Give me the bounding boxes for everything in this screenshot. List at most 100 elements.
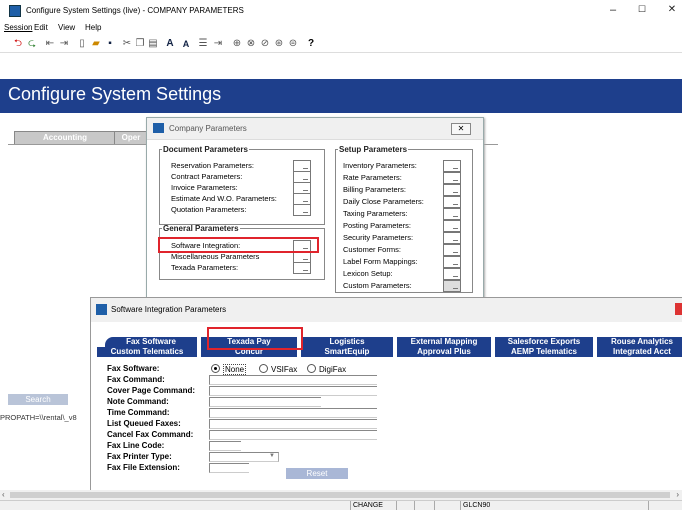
app-icon: [96, 304, 107, 315]
param-label: Lexicon Setup:: [343, 269, 393, 278]
tab-rouse-analytics[interactable]: Rouse Analytics: [597, 337, 682, 347]
cut-icon[interactable]: ✂: [121, 38, 133, 50]
param-label: Miscellaneous Parameters: [171, 252, 260, 261]
undo-icon[interactable]: ⮌: [12, 38, 24, 50]
tab-aemp-telematics[interactable]: AEMP Telematics: [495, 347, 593, 357]
field-label: Fax Command:: [107, 375, 165, 384]
tab-logistics[interactable]: Logistics: [301, 337, 393, 347]
redo-icon[interactable]: ⮎: [26, 38, 38, 50]
param-label: Invoice Parameters:: [171, 183, 238, 192]
group-label: Setup Parameters: [339, 145, 408, 154]
custom-params-button[interactable]: [443, 280, 461, 292]
font-smaller-icon[interactable]: A: [180, 38, 192, 50]
radio-vsifax[interactable]: VSIFax: [259, 364, 297, 374]
tool-c-icon[interactable]: ⊘: [259, 38, 271, 50]
tool-a-icon[interactable]: ⊕: [231, 38, 243, 50]
nav-icon[interactable]: ⇥: [212, 38, 224, 50]
maximize-button[interactable]: ☐: [634, 4, 650, 15]
security-params-button[interactable]: [443, 232, 461, 244]
scroll-left-icon[interactable]: ‹: [2, 490, 5, 499]
lexicon-setup-button[interactable]: [443, 268, 461, 280]
paste-icon[interactable]: ▤: [147, 38, 159, 50]
taxing-params-button[interactable]: [443, 208, 461, 220]
close-button[interactable]: ✕: [664, 4, 680, 15]
tool-e-icon[interactable]: ⊜: [287, 38, 299, 50]
search-button[interactable]: Search: [8, 394, 68, 405]
tab-external-mapping[interactable]: External Mapping: [397, 337, 491, 347]
open-folder-icon[interactable]: ▰: [90, 38, 102, 50]
param-label: Customer Forms:: [343, 245, 401, 254]
list-icon[interactable]: ☰: [197, 38, 209, 50]
close-icon[interactable]: ✕: [451, 123, 471, 135]
fax-printer-type-select[interactable]: ▼: [209, 452, 279, 462]
quotation-params-button[interactable]: [293, 204, 311, 216]
app-icon: [9, 5, 21, 17]
new-file-icon[interactable]: ▯: [76, 38, 88, 50]
tab-row-1: Fax Software Texada Pay Logistics Extern…: [97, 337, 682, 347]
daily-close-params-button[interactable]: [443, 196, 461, 208]
horizontal-scrollbar[interactable]: ‹ ›: [0, 490, 682, 500]
tool-b-icon[interactable]: ⊗: [245, 38, 257, 50]
field-label: Fax Line Code:: [107, 441, 165, 450]
param-label: Quotation Parameters:: [171, 205, 247, 214]
menu-help[interactable]: Help: [85, 23, 101, 32]
tab-salesforce-exports[interactable]: Salesforce Exports: [495, 337, 593, 347]
close-icon[interactable]: [675, 303, 682, 315]
menu-session[interactable]: Session: [4, 23, 32, 32]
tab-accounting[interactable]: Accounting: [14, 131, 116, 145]
menu-view[interactable]: View: [58, 23, 75, 32]
minimize-button[interactable]: –: [605, 4, 621, 16]
radio-label: DigiFax: [319, 365, 347, 374]
radio-none[interactable]: None: [211, 364, 247, 375]
texada-params-button[interactable]: [293, 262, 311, 274]
posting-params-button[interactable]: [443, 220, 461, 232]
fax-line-code-input[interactable]: [209, 441, 241, 451]
save-icon[interactable]: ▪: [104, 38, 116, 50]
help-icon[interactable]: ?: [305, 38, 317, 50]
param-label: Estimate And W.O. Parameters:: [171, 194, 277, 203]
list-queued-faxes-input[interactable]: [209, 419, 377, 429]
page-header: Configure System Settings: [0, 79, 682, 113]
fax-file-extension-input[interactable]: [209, 463, 249, 473]
scroll-right-icon[interactable]: ›: [676, 490, 679, 499]
time-command-input[interactable]: [209, 408, 377, 418]
tab-oper[interactable]: Oper: [114, 131, 148, 145]
fax-software-label: Fax Software:: [107, 364, 160, 373]
rate-params-button[interactable]: [443, 172, 461, 184]
prev-icon[interactable]: ⇤: [44, 38, 56, 50]
menu-edit[interactable]: Edit: [34, 23, 48, 32]
app-icon: [153, 123, 164, 133]
label-form-mappings-button[interactable]: [443, 256, 461, 268]
param-label: Taxing Parameters:: [343, 209, 408, 218]
radio-dot: [211, 364, 220, 373]
chevron-down-icon: ▼: [269, 453, 275, 459]
dialog-title: Company Parameters: [169, 124, 247, 133]
billing-params-button[interactable]: [443, 184, 461, 196]
font-larger-icon[interactable]: A: [164, 38, 176, 50]
window-title: Software Integration Parameters: [111, 305, 227, 314]
menu-bar: Session Edit View Help: [0, 22, 682, 36]
tab-approval-plus[interactable]: Approval Plus: [397, 347, 491, 357]
inventory-params-button[interactable]: [443, 160, 461, 172]
tab-integrated-acct[interactable]: Integrated Acct: [597, 347, 682, 357]
reset-button[interactable]: Reset: [286, 468, 348, 479]
field-label: Note Command:: [107, 397, 169, 406]
note-command-input[interactable]: [209, 397, 321, 407]
tab-fax-software[interactable]: Fax Software: [105, 337, 197, 347]
cancel-fax-command-input[interactable]: [209, 430, 377, 440]
tool-d-icon[interactable]: ⊛: [273, 38, 285, 50]
copy-icon[interactable]: ❐: [134, 38, 146, 50]
cover-page-command-input[interactable]: [209, 386, 377, 396]
scroll-thumb[interactable]: [10, 492, 670, 498]
group-label: General Parameters: [163, 224, 239, 233]
software-integration-window: Software Integration Parameters Fax Soft…: [90, 297, 682, 491]
fax-command-input[interactable]: [209, 375, 377, 385]
dialog-title-bar: Company Parameters ✕: [147, 118, 483, 140]
customer-forms-button[interactable]: [443, 244, 461, 256]
next-icon[interactable]: ⇥: [58, 38, 70, 50]
highlight-box: [158, 237, 319, 253]
page-title: Configure System Settings: [8, 84, 222, 104]
tab-custom-telematics[interactable]: Custom Telematics: [97, 347, 197, 357]
radio-digifax[interactable]: DigiFax: [307, 364, 346, 374]
tab-smartequip[interactable]: SmartEquip: [301, 347, 393, 357]
